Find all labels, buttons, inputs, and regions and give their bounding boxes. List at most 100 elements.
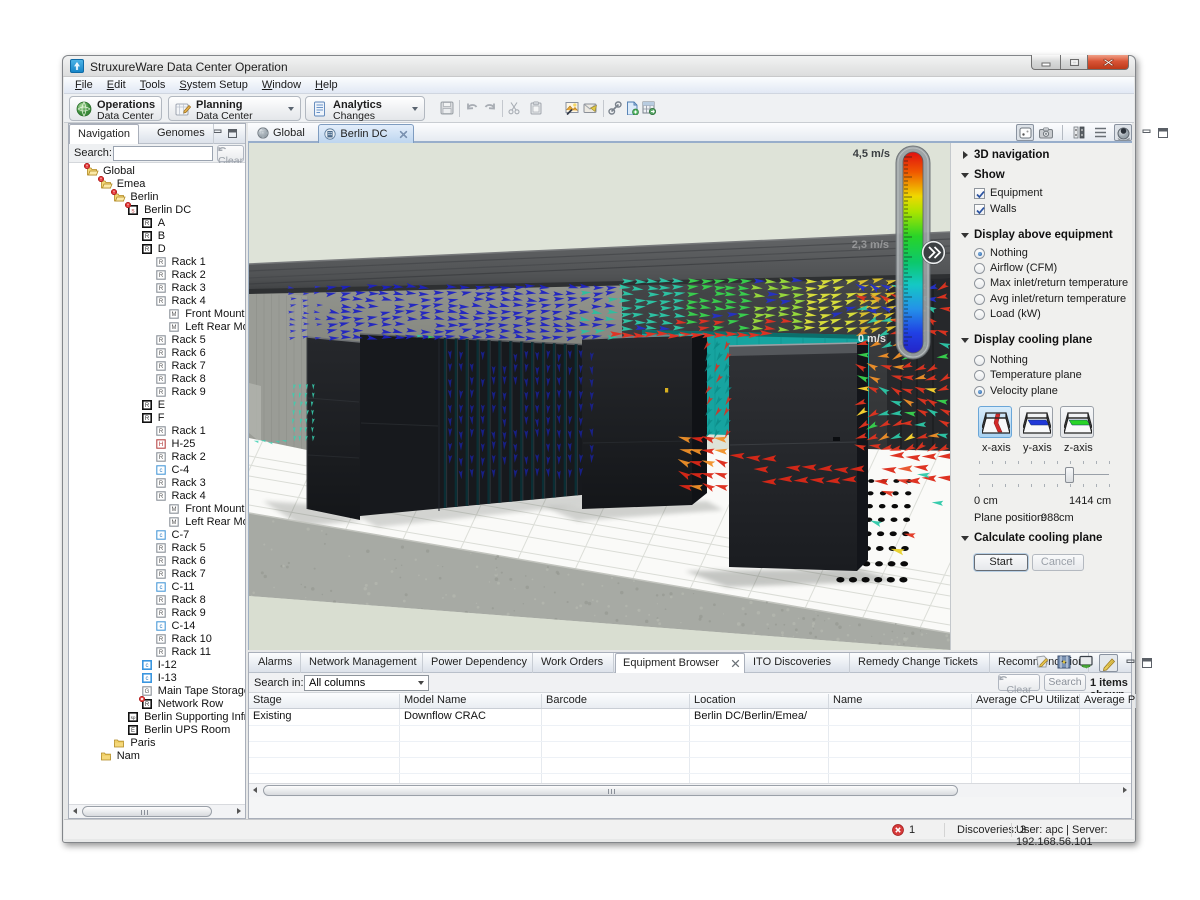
new-document-icon[interactable] [625,101,641,117]
tree-item-rack-5[interactable]: RRack 5 [69,542,245,555]
column-header-location[interactable]: Location [690,694,829,708]
rack-view-icon[interactable] [1055,654,1074,672]
tree-item-b[interactable]: RB [69,230,245,243]
axis-button-x-axis[interactable] [978,406,1012,438]
expanded-arrow-icon[interactable] [961,536,969,541]
column-header-average-cpu-utilization-[interactable]: Average CPU Utilization ... [972,694,1080,708]
scroll-right-icon[interactable] [1123,787,1127,793]
column-header-barcode[interactable]: Barcode [542,694,690,708]
pencil-toggle-icon[interactable] [1099,654,1118,672]
table-cell[interactable]: Existing [249,710,400,722]
minimize-view-icon[interactable] [1123,654,1139,671]
paste-icon[interactable] [529,101,545,117]
maximize-view-icon[interactable] [228,129,238,138]
menu-window[interactable]: Window [255,78,308,92]
tree-item-rack-1[interactable]: RRack 1 [69,256,245,269]
tree-item-rack-1[interactable]: RRack 1 [69,425,245,438]
radio-above-avg-inlet-return-temperature[interactable] [974,294,985,305]
tree-item-c-7[interactable]: cC-7 [69,529,245,542]
minimize-button[interactable] [1031,55,1060,70]
cut-icon[interactable] [507,101,523,117]
tree-item-emea[interactable]: Emea [69,178,245,191]
section-header-display-above-equipment[interactable]: Display above equipment [974,229,1113,241]
expanded-arrow-icon[interactable] [961,173,969,178]
bottom-tab-work-orders[interactable]: Work Orders [534,653,614,673]
radio-above-max-inlet-return-temperature[interactable] [974,278,985,289]
tree-item-rack-7[interactable]: RRack 7 [69,360,245,373]
checkbox-walls[interactable] [974,204,985,215]
section-header-display-cooling-plane[interactable]: Display cooling plane [974,334,1092,346]
tree-item-i-13[interactable]: cI-13 [69,672,245,685]
close-button[interactable] [1087,55,1129,70]
search-in-combo[interactable]: All columns [304,675,429,691]
tree-item-rack-2[interactable]: RRack 2 [69,269,245,282]
bottom-tab-alarms[interactable]: Alarms [251,653,301,673]
perspective-operations-button[interactable]: OperationsData Center [69,96,162,121]
menu-edit[interactable]: Edit [100,78,133,92]
tree-item-front-mounted[interactable]: MFront Mounted [69,503,245,516]
tree-item-paris[interactable]: Paris [69,737,245,750]
tree-item-h-25[interactable]: HH-25 [69,438,245,451]
editor-tab-berlin-dc[interactable]: Berlin DC [318,124,414,143]
section-header-calculate-cooling-plane[interactable]: Calculate cooling plane [974,532,1102,544]
scroll-right-icon[interactable] [237,808,241,814]
bottom-tab-remedy-change-tickets[interactable]: Remedy Change Tickets [851,653,990,673]
tree-item-rack-11[interactable]: RRack 11 [69,646,245,659]
tree-item-i-12[interactable]: cI-12 [69,659,245,672]
fit-view-icon[interactable] [1016,124,1034,141]
scroll-left-icon[interactable] [73,808,77,814]
maximize-button[interactable] [1060,55,1087,70]
tree-item-main-tape-storage[interactable]: GMain Tape Storage [69,685,245,698]
perspective-planning-button[interactable]: PlanningData Center [168,96,301,121]
tree-item-rack-8[interactable]: RRack 8 [69,373,245,386]
tree-item-rack-2[interactable]: RRack 2 [69,451,245,464]
export-image-icon[interactable] [565,101,581,117]
save-icon[interactable] [440,101,456,117]
tree-item-rack-6[interactable]: RRack 6 [69,347,245,360]
editor-tab-global[interactable]: Global [252,124,316,143]
tree-item-rack-4[interactable]: RRack 4 [69,295,245,308]
tree-item-left-rear-moun[interactable]: MLeft Rear Moun [69,321,245,334]
tree-item-rack-9[interactable]: RRack 9 [69,607,245,620]
start-button[interactable]: Start [974,554,1028,571]
column-header-model-name[interactable]: Model Name [400,694,542,708]
link-icon[interactable] [608,101,624,117]
menu-file[interactable]: File [68,78,100,92]
collapsed-arrow-icon[interactable] [963,151,968,159]
bottom-tab-equipment-browser[interactable]: Equipment Browser [615,653,745,673]
close-tab-icon[interactable] [399,130,408,139]
list-icon[interactable] [1092,124,1110,141]
view-tab-navigation[interactable]: Navigation [69,124,139,145]
table-cell[interactable]: Downflow CRAC [400,710,542,722]
tree-item-berlin-dc[interactable]: sBerlin DC [69,204,245,217]
tree-item-rack-5[interactable]: RRack 5 [69,334,245,347]
tree-item-nam[interactable]: Nam [69,750,245,763]
bottom-tab-ito-discoveries[interactable]: ITO Discoveries [746,653,850,673]
export-table-icon[interactable] [642,101,658,117]
column-header-name[interactable]: Name [829,694,972,708]
plane-position-slider-thumb[interactable] [1065,467,1074,483]
perspective-analytics-button[interactable]: AnalyticsChanges [305,96,425,121]
tree-item-rack-9[interactable]: RRack 9 [69,386,245,399]
tree-horizontal-scrollbar[interactable] [69,804,245,818]
tree-item-berlin-ups-room[interactable]: EBerlin UPS Room [69,724,245,737]
tree-item-left-rear-moun[interactable]: MLeft Rear Moun [69,516,245,529]
tree-item-f[interactable]: RF [69,412,245,425]
tree-item-c-11[interactable]: cC-11 [69,581,245,594]
axis-button-z-axis[interactable] [1060,406,1094,438]
maximize-view-icon[interactable] [1139,654,1155,671]
tree-item-d[interactable]: RD [69,243,245,256]
radio-plane-nothing[interactable] [974,355,985,366]
maximize-view-icon[interactable] [1154,124,1172,141]
tree-item-front-mounted[interactable]: MFront Mounted [69,308,245,321]
menu-help[interactable]: Help [308,78,345,92]
radio-above-airflow-cfm-[interactable] [974,263,985,274]
minimize-view-icon[interactable] [213,129,223,138]
radio-above-nothing[interactable] [974,248,985,259]
table-scroll-thumb[interactable] [263,785,958,796]
close-tab-icon[interactable] [731,659,740,668]
mail-icon[interactable] [583,101,599,117]
expanded-arrow-icon[interactable] [961,233,969,238]
orbit-icon[interactable] [1114,124,1132,141]
table-cell[interactable]: Berlin DC/Berlin/Emea/ [690,710,829,722]
